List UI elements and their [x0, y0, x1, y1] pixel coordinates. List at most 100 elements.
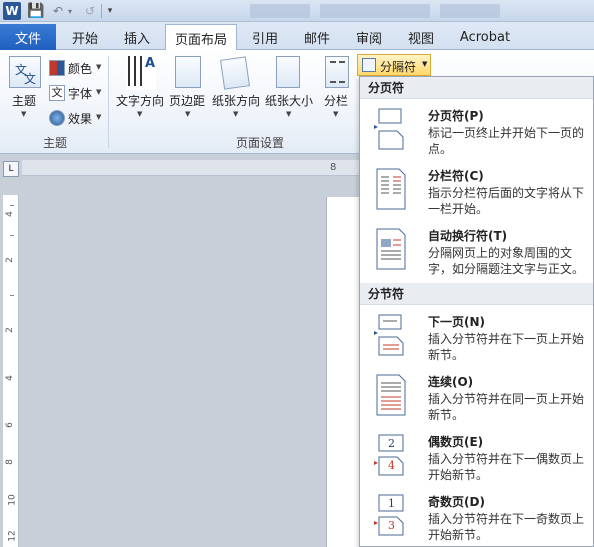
themes-icon[interactable]: 文 文 — [9, 56, 41, 88]
ruler-number: 2 — [4, 327, 15, 333]
window-title-blurred — [320, 4, 430, 18]
vertical-ruler[interactable]: 4 2 2 4 6 8 10 12 — [3, 195, 19, 547]
chevron-down-icon[interactable]: ▼ — [96, 63, 101, 71]
theme-effects-button[interactable]: 效果 — [68, 110, 92, 127]
tab-review[interactable]: 审阅 — [347, 24, 391, 50]
menu-item-description: 插入分节符并在下一偶数页上开始新节。 — [428, 452, 585, 482]
theme-colors-button[interactable]: 颜色 — [68, 60, 92, 77]
theme-fonts-button[interactable]: 字体 — [68, 85, 92, 102]
odd-icon-number-bottom: 3 — [388, 519, 395, 532]
menu-item-next-page[interactable]: 下一页(N) 插入分节符并在下一页上开始新节。 — [360, 307, 593, 365]
ruler-number: 4 — [4, 375, 15, 381]
save-icon[interactable]: 💾 — [27, 2, 45, 20]
columns-icon[interactable] — [325, 56, 349, 88]
text-direction-icon[interactable]: A — [126, 56, 156, 90]
chevron-down-icon[interactable]: ▼ — [96, 88, 101, 96]
menu-item-title: 分栏符(C) — [428, 169, 484, 183]
horizontal-ruler[interactable] — [22, 160, 362, 176]
margins-icon[interactable] — [175, 56, 201, 88]
chevron-down-icon[interactable]: ▼ — [137, 110, 142, 118]
theme-colors-icon[interactable] — [49, 60, 65, 76]
tab-selector-icon[interactable]: L — [3, 161, 19, 177]
menu-item-description: 插入分节符并在下一奇数页上开始新节。 — [428, 512, 585, 542]
tab-page-layout[interactable]: 页面布局 — [165, 24, 237, 51]
menu-item-continuous[interactable]: 连续(O) 插入分节符并在同一页上开始新节。 — [360, 367, 593, 425]
section-breaks-section-header: 分节符 — [360, 283, 593, 305]
tab-mailings[interactable]: 邮件 — [295, 24, 339, 50]
menu-item-title: 自动换行符(T) — [428, 229, 508, 243]
horizontal-ruler-number: 8 — [330, 162, 337, 173]
ruler-number: 6 — [4, 422, 15, 428]
window-title-blurred — [440, 4, 500, 18]
orientation-icon[interactable] — [220, 56, 250, 90]
even-page-section-icon: 2 4 — [374, 434, 404, 476]
ribbon-tabs: 文件 开始 插入 页面布局 引用 邮件 审阅 视图 Acrobat — [0, 22, 594, 51]
page-size-icon[interactable] — [276, 56, 300, 88]
ruler-number: 10 — [7, 494, 18, 506]
menu-item-description: 插入分节符并在下一页上开始新节。 — [428, 332, 585, 362]
orientation-button[interactable]: 纸张方向 — [212, 92, 260, 109]
menu-item-title: 奇数页(D) — [428, 495, 485, 509]
ruler-number: 8 — [4, 459, 15, 465]
breaks-icon — [362, 58, 376, 72]
page-size-button[interactable]: 纸张大小 — [265, 92, 313, 109]
even-icon-number-top: 2 — [388, 437, 395, 450]
breaks-button-label: 分隔符 — [380, 60, 417, 74]
menu-item-description: 分隔网页上的对象周围的文字，如分隔题注文字与正文。 — [428, 246, 585, 276]
chevron-down-icon[interactable]: ▼ — [286, 110, 291, 118]
ruler-tick — [10, 295, 14, 296]
odd-icon-number-top: 1 — [388, 497, 395, 510]
word-app-icon[interactable]: W — [3, 2, 21, 20]
menu-item-even-page[interactable]: 2 4 偶数页(E) 插入分节符并在下一偶数页上开始新节。 — [360, 427, 593, 485]
menu-item-odd-page[interactable]: 1 3 奇数页(D) 插入分节符并在下一奇数页上开始新节。 — [360, 487, 593, 545]
menu-item-page-break[interactable]: 分页符(P) 标记一页终止并开始下一页的点。 — [360, 101, 593, 159]
columns-button[interactable]: 分栏 — [324, 92, 348, 109]
chevron-down-icon[interactable]: ▼ — [233, 110, 238, 118]
odd-page-section-icon: 1 3 — [374, 494, 404, 536]
chevron-down-icon[interactable]: ▼ — [96, 113, 101, 121]
next-page-section-icon — [374, 314, 404, 356]
menu-item-description: 插入分节符并在同一页上开始新节。 — [428, 392, 585, 422]
page-setup-group-label: 页面设置 — [235, 136, 284, 150]
page-break-icon — [374, 108, 404, 150]
even-icon-number-bottom: 4 — [388, 459, 395, 472]
text-direction-button[interactable]: 文字方向 — [116, 92, 164, 109]
quick-access-separator — [101, 4, 102, 18]
menu-item-description: 指示分栏符后面的文字将从下一栏开始。 — [428, 186, 585, 216]
menu-item-title: 偶数页(E) — [428, 435, 484, 449]
title-bar: W 💾 ↶ ▾ ↺ ▾ — [0, 0, 594, 22]
chevron-down-icon[interactable]: ▼ — [185, 110, 190, 118]
menu-item-description: 标记一页终止并开始下一页的点。 — [428, 126, 585, 156]
tab-insert[interactable]: 插入 — [114, 24, 160, 50]
column-break-icon — [376, 168, 406, 210]
redo-icon[interactable]: ↺ — [81, 2, 99, 20]
ruler-tick — [10, 205, 14, 206]
chevron-down-icon: ▼ — [422, 60, 428, 68]
ruler-number: 2 — [4, 257, 15, 263]
breaks-button[interactable]: 分隔符 ▼ — [357, 54, 431, 76]
tab-file[interactable]: 文件 — [0, 24, 56, 50]
chevron-down-icon[interactable]: ▼ — [21, 110, 26, 118]
themes-group-label: 主题 — [42, 136, 67, 150]
menu-item-title: 连续(O) — [428, 375, 474, 389]
window-title-blurred — [250, 4, 310, 18]
tab-view[interactable]: 视图 — [399, 24, 443, 50]
text-wrapping-break-icon — [376, 228, 406, 270]
menu-item-title: 分页符(P) — [428, 109, 484, 123]
chevron-down-icon[interactable]: ▼ — [333, 110, 338, 118]
margins-button[interactable]: 页边距 — [169, 92, 205, 109]
ruler-number: 12 — [7, 530, 18, 542]
ruler-number: 4 — [4, 211, 15, 217]
ruler-tick — [10, 235, 14, 236]
theme-fonts-icon[interactable]: 文 — [49, 85, 65, 101]
tab-acrobat[interactable]: Acrobat — [452, 24, 518, 50]
group-separator — [108, 56, 109, 148]
theme-effects-icon[interactable] — [49, 110, 65, 126]
menu-item-column-break[interactable]: 分栏符(C) 指示分栏符后面的文字将从下一栏开始。 — [360, 161, 593, 219]
undo-dropdown-icon[interactable]: ▾ — [65, 2, 75, 20]
themes-button-label[interactable]: 主题 — [12, 92, 36, 109]
menu-item-text-wrapping-break[interactable]: 自动换行符(T) 分隔网页上的对象周围的文字，如分隔题注文字与正文。 — [360, 221, 593, 279]
customize-quick-access-icon[interactable]: ▾ — [104, 2, 116, 20]
tab-references[interactable]: 引用 — [243, 24, 287, 50]
tab-home[interactable]: 开始 — [62, 24, 108, 50]
